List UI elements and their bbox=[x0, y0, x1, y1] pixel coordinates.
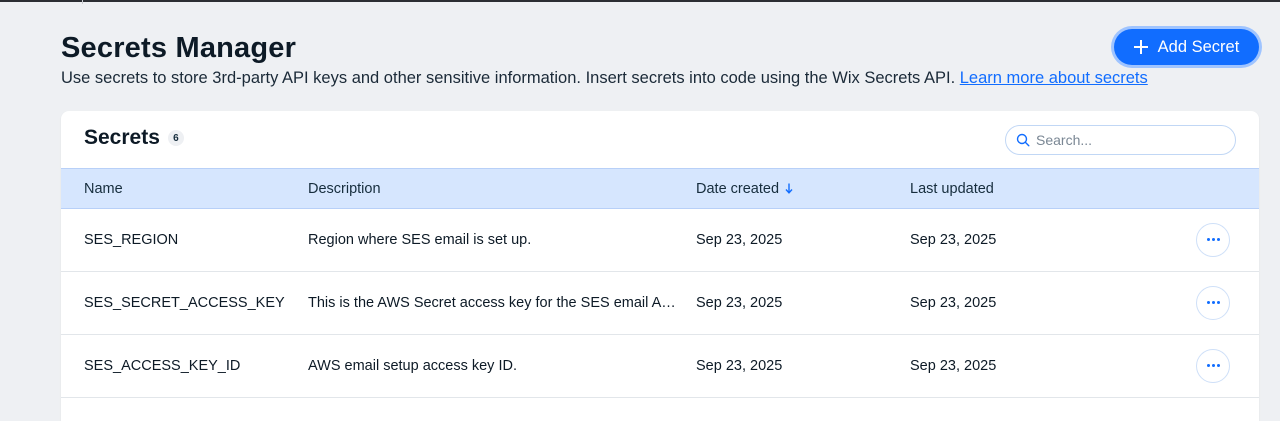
card-header: Secrets 6 bbox=[61, 111, 1259, 168]
secret-last-updated: Sep 23, 2025 bbox=[910, 294, 997, 311]
table-header: Name Description Date created Last updat… bbox=[61, 168, 1259, 209]
more-horizontal-icon bbox=[1206, 364, 1220, 367]
column-header-description-label: Description bbox=[308, 180, 381, 197]
page-subtitle: Use secrets to store 3rd-party API keys … bbox=[61, 68, 1261, 88]
top-bar bbox=[0, 0, 1280, 2]
column-header-name-label: Name bbox=[84, 180, 123, 197]
add-secret-label: Add Secret bbox=[1157, 37, 1240, 56]
page-header: Secrets Manager Use secrets to store 3rd… bbox=[61, 28, 1261, 88]
secret-last-updated: Sep 23, 2025 bbox=[910, 231, 997, 248]
secret-description: Region where SES email is set up. bbox=[308, 208, 678, 271]
column-header-name[interactable]: Name bbox=[84, 169, 299, 208]
secrets-card: Secrets 6 Name Description Date created … bbox=[61, 111, 1259, 421]
more-horizontal-icon bbox=[1206, 238, 1220, 241]
arrow-down-icon bbox=[785, 183, 793, 194]
column-header-date-created[interactable]: Date created bbox=[696, 169, 896, 208]
page-subtitle-text: Use secrets to store 3rd-party API keys … bbox=[61, 69, 956, 87]
search-input[interactable] bbox=[1036, 132, 1216, 148]
top-bar-divider bbox=[82, 0, 83, 4]
learn-more-link[interactable]: Learn more about secrets bbox=[960, 69, 1148, 87]
more-actions-button[interactable] bbox=[1196, 222, 1230, 257]
table-row[interactable]: SES_SECRET_ACCESS_KEY This is the AWS Se… bbox=[61, 271, 1259, 335]
column-header-description[interactable]: Description bbox=[308, 169, 678, 208]
row-actions-cell bbox=[1195, 208, 1231, 271]
search-icon bbox=[1016, 133, 1030, 147]
more-actions-button[interactable] bbox=[1196, 348, 1230, 383]
card-title-group: Secrets 6 bbox=[84, 126, 184, 150]
add-secret-button[interactable]: Add Secret bbox=[1114, 29, 1259, 65]
more-horizontal-icon bbox=[1206, 301, 1220, 304]
count-badge: 6 bbox=[167, 130, 184, 146]
column-header-last-updated-label: Last updated bbox=[910, 180, 994, 197]
more-actions-button[interactable] bbox=[1196, 285, 1230, 320]
secret-name: SES_REGION bbox=[84, 231, 179, 248]
secret-last-updated: Sep 23, 2025 bbox=[910, 357, 997, 374]
secret-description: This is the AWS Secret access key for th… bbox=[308, 271, 678, 334]
table-row[interactable]: SES_REGION Region where SES email is set… bbox=[61, 208, 1259, 272]
table-row[interactable]: SES_ACCESS_KEY_ID AWS email setup access… bbox=[61, 334, 1259, 398]
search-box[interactable] bbox=[1005, 125, 1236, 155]
column-header-last-updated[interactable]: Last updated bbox=[910, 169, 1110, 208]
secret-description: AWS email setup access key ID. bbox=[308, 334, 678, 397]
secret-description-text: Region where SES email is set up. bbox=[308, 231, 532, 248]
secret-description-text: This is the AWS Secret access key for th… bbox=[308, 294, 678, 311]
secret-date-created: Sep 23, 2025 bbox=[696, 294, 783, 311]
secret-name: SES_SECRET_ACCESS_KEY bbox=[84, 294, 285, 311]
secret-date-created: Sep 23, 2025 bbox=[696, 231, 783, 248]
page-title: Secrets Manager bbox=[61, 32, 297, 64]
row-actions-cell bbox=[1195, 334, 1231, 397]
row-actions-cell bbox=[1195, 271, 1231, 334]
card-title: Secrets bbox=[84, 126, 160, 149]
column-header-date-created-label: Date created bbox=[696, 180, 780, 197]
secret-name: SES_ACCESS_KEY_ID bbox=[84, 357, 241, 374]
secret-description-text: AWS email setup access key ID. bbox=[308, 357, 517, 374]
secret-date-created: Sep 23, 2025 bbox=[696, 357, 783, 374]
plus-icon bbox=[1133, 40, 1148, 54]
